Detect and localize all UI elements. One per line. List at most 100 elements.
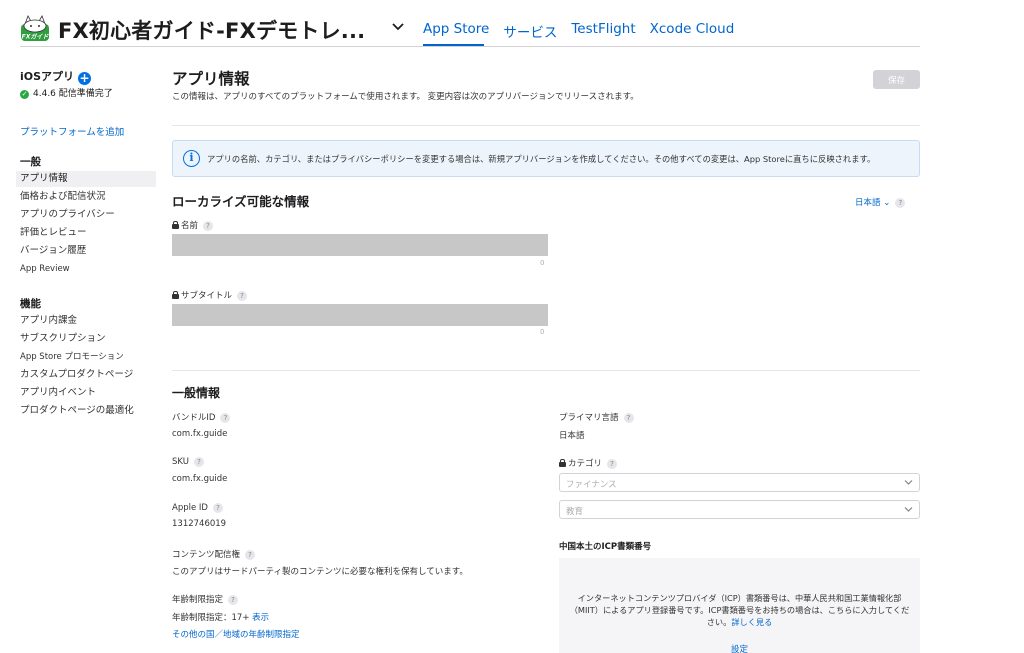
age-rating-value-text: 年齢制限指定：17+ <box>172 613 250 623</box>
sidebar-item-in-app-events[interactable]: アプリ内イベント <box>16 385 156 401</box>
icp-setting-link[interactable]: 設定 <box>559 643 920 653</box>
primary-language-label-text: プライマリ言語 <box>559 413 619 423</box>
sidebar-section-general: 一般 <box>20 156 41 168</box>
sidebar-item-promotions[interactable]: App Store プロモーション <box>16 349 156 365</box>
sidebar-item-subscriptions[interactable]: サブスクリプション <box>16 331 156 347</box>
icp-learn-more-link[interactable]: 詳しく見る <box>731 617 772 627</box>
sidebar-item-version-history[interactable]: バージョン履歴 <box>16 243 156 259</box>
secondary-category-select[interactable]: 教育 <box>559 500 920 519</box>
apple-id-label-text: Apple ID <box>172 503 208 513</box>
sidebar-platform[interactable]: iOSアプリ + <box>20 68 92 85</box>
language-select[interactable]: 日本語 ⌄? <box>855 196 906 208</box>
sidebar-item-in-app-purchases[interactable]: アプリ内課金 <box>16 313 156 329</box>
check-icon: ✓ <box>20 90 29 99</box>
sidebar-item-pricing[interactable]: 価格および配信状況 <box>16 189 156 205</box>
tab-app-store[interactable]: App Store <box>423 21 489 41</box>
content-rights-label: コンテンツ配信権? <box>172 548 256 560</box>
sidebar-item-page-optimization[interactable]: プロダクトページの最適化 <box>16 403 156 419</box>
header-divider <box>20 46 920 47</box>
sidebar-item-custom-pages[interactable]: カスタムプロダクトページ <box>16 367 156 383</box>
primary-language-label: プライマリ言語? <box>559 411 634 423</box>
content-rights-label-text: コンテンツ配信権 <box>172 550 241 560</box>
help-icon[interactable]: ? <box>220 413 231 423</box>
primary-category-select[interactable]: ファイナンス <box>559 473 920 492</box>
sidebar-item-privacy[interactable]: アプリのプライバシー <box>16 207 156 223</box>
subtitle-input[interactable] <box>172 304 548 326</box>
nav-tabs: App Store サービス TestFlight Xcode Cloud <box>423 21 748 41</box>
lock-icon <box>559 459 566 467</box>
name-label-text: 名前 <box>181 221 199 231</box>
app-header: FXガイド FX初心者ガイド-FXデモトレ... App Store サービス … <box>0 0 1024 48</box>
bundle-id-label: バンドルID? <box>172 411 231 423</box>
secondary-category-value: 教育 <box>566 507 584 517</box>
sidebar-item-app-review[interactable]: App Review <box>16 261 156 277</box>
subtitle-char-count: 0 <box>540 328 545 336</box>
help-icon[interactable]: ? <box>895 198 906 208</box>
sidebar-item-app-info[interactable]: アプリ情報 <box>16 171 156 187</box>
primary-language-value: 日本語 <box>559 431 585 441</box>
help-icon[interactable]: ? <box>237 291 248 301</box>
help-icon[interactable]: ? <box>193 457 204 467</box>
info-banner: i アプリの名前、カテゴリ、またはプライバシーポリシーを変更する場合は、新規アプ… <box>172 140 920 177</box>
app-title: FX初心者ガイド-FXデモトレ... <box>58 19 366 43</box>
age-rating-view-link[interactable]: 表示 <box>252 613 269 623</box>
sidebar-section-features: 機能 <box>20 298 41 310</box>
sku-label-text: SKU <box>172 457 189 467</box>
apple-id-label: Apple ID? <box>172 503 223 513</box>
add-platform-link[interactable]: プラットフォームを追加 <box>20 124 124 138</box>
info-banner-text: アプリの名前、カテゴリ、またはプライバシーポリシーを変更する場合は、新規アプリバ… <box>207 154 876 164</box>
help-icon[interactable]: ? <box>228 595 239 605</box>
help-icon[interactable]: ? <box>212 503 223 513</box>
help-icon[interactable]: ? <box>607 459 618 469</box>
icp-panel: インターネットコンテンツプロバイダ（ICP）書類番号は、中華人民共和国工業情報化… <box>559 558 920 653</box>
other-regions-rating-link[interactable]: その他の国／地域の年齢制限指定 <box>172 628 300 640</box>
apple-id-value: 1312746019 <box>172 519 227 529</box>
sku-value: com.fx.guide <box>172 474 228 484</box>
bundle-id-label-text: バンドルID <box>172 413 216 423</box>
help-icon[interactable]: ? <box>203 221 214 231</box>
localizable-section-title: ローカライズ可能な情報 <box>172 194 310 209</box>
page-title: アプリ情報 <box>172 70 250 88</box>
info-icon: i <box>183 150 200 167</box>
sidebar-version-status[interactable]: ✓ 4.4.6 配信準備完了 <box>20 86 113 99</box>
age-rating-label-text: 年齢制限指定 <box>172 595 224 605</box>
app-icon: FXガイド <box>21 15 50 41</box>
sku-label: SKU? <box>172 457 204 467</box>
general-section-title: 一般情報 <box>172 386 221 400</box>
lock-icon <box>172 221 179 229</box>
age-rating-label: 年齢制限指定? <box>172 593 239 605</box>
app-icon-label: FXガイド <box>22 33 50 41</box>
sidebar-platform-label: iOSアプリ <box>20 70 75 83</box>
subtitle-label-text: サブタイトル <box>181 291 233 301</box>
icp-section-title: 中国本土のICP書類番号 <box>559 542 652 552</box>
chevron-down-icon <box>904 480 913 485</box>
category-label: カテゴリ? <box>559 457 618 469</box>
name-label: 名前? <box>172 219 214 231</box>
primary-category-value: ファイナンス <box>566 480 617 490</box>
chevron-down-icon[interactable] <box>392 22 404 32</box>
bundle-id-value: com.fx.guide <box>172 429 228 439</box>
plus-icon[interactable]: + <box>78 72 92 85</box>
save-button[interactable]: 保存 <box>873 70 920 89</box>
lock-icon <box>172 291 179 299</box>
language-select-label: 日本語 <box>855 198 881 208</box>
section-divider <box>172 370 920 371</box>
chevron-down-icon <box>904 507 913 512</box>
category-label-text: カテゴリ <box>568 459 603 469</box>
page-description: この情報は、アプリのすべてのプラットフォームで使用されます。 変更内容は次のアプ… <box>172 92 639 102</box>
sidebar-version-label: 4.4.6 配信準備完了 <box>33 89 113 99</box>
sidebar-item-ratings[interactable]: 評価とレビュー <box>16 225 156 241</box>
help-icon[interactable]: ? <box>245 550 256 560</box>
tab-services[interactable]: サービス <box>503 21 557 41</box>
icp-description: インターネットコンテンツプロバイダ（ICP）書類番号は、中華人民共和国工業情報化… <box>569 592 910 628</box>
name-char-count: 0 <box>540 259 545 267</box>
tab-testflight[interactable]: TestFlight <box>571 21 635 41</box>
section-divider <box>172 125 920 126</box>
subtitle-label: サブタイトル? <box>172 289 248 301</box>
chevron-down-icon: ⌄ <box>880 198 891 208</box>
content-rights-value: このアプリはサードパーティ製のコンテンツに必要な権利を保有しています。 <box>172 567 468 577</box>
tab-xcode-cloud[interactable]: Xcode Cloud <box>650 21 735 41</box>
age-rating-value: 年齢制限指定：17+ 表示 <box>172 611 269 623</box>
help-icon[interactable]: ? <box>623 413 634 423</box>
name-input[interactable] <box>172 234 548 256</box>
